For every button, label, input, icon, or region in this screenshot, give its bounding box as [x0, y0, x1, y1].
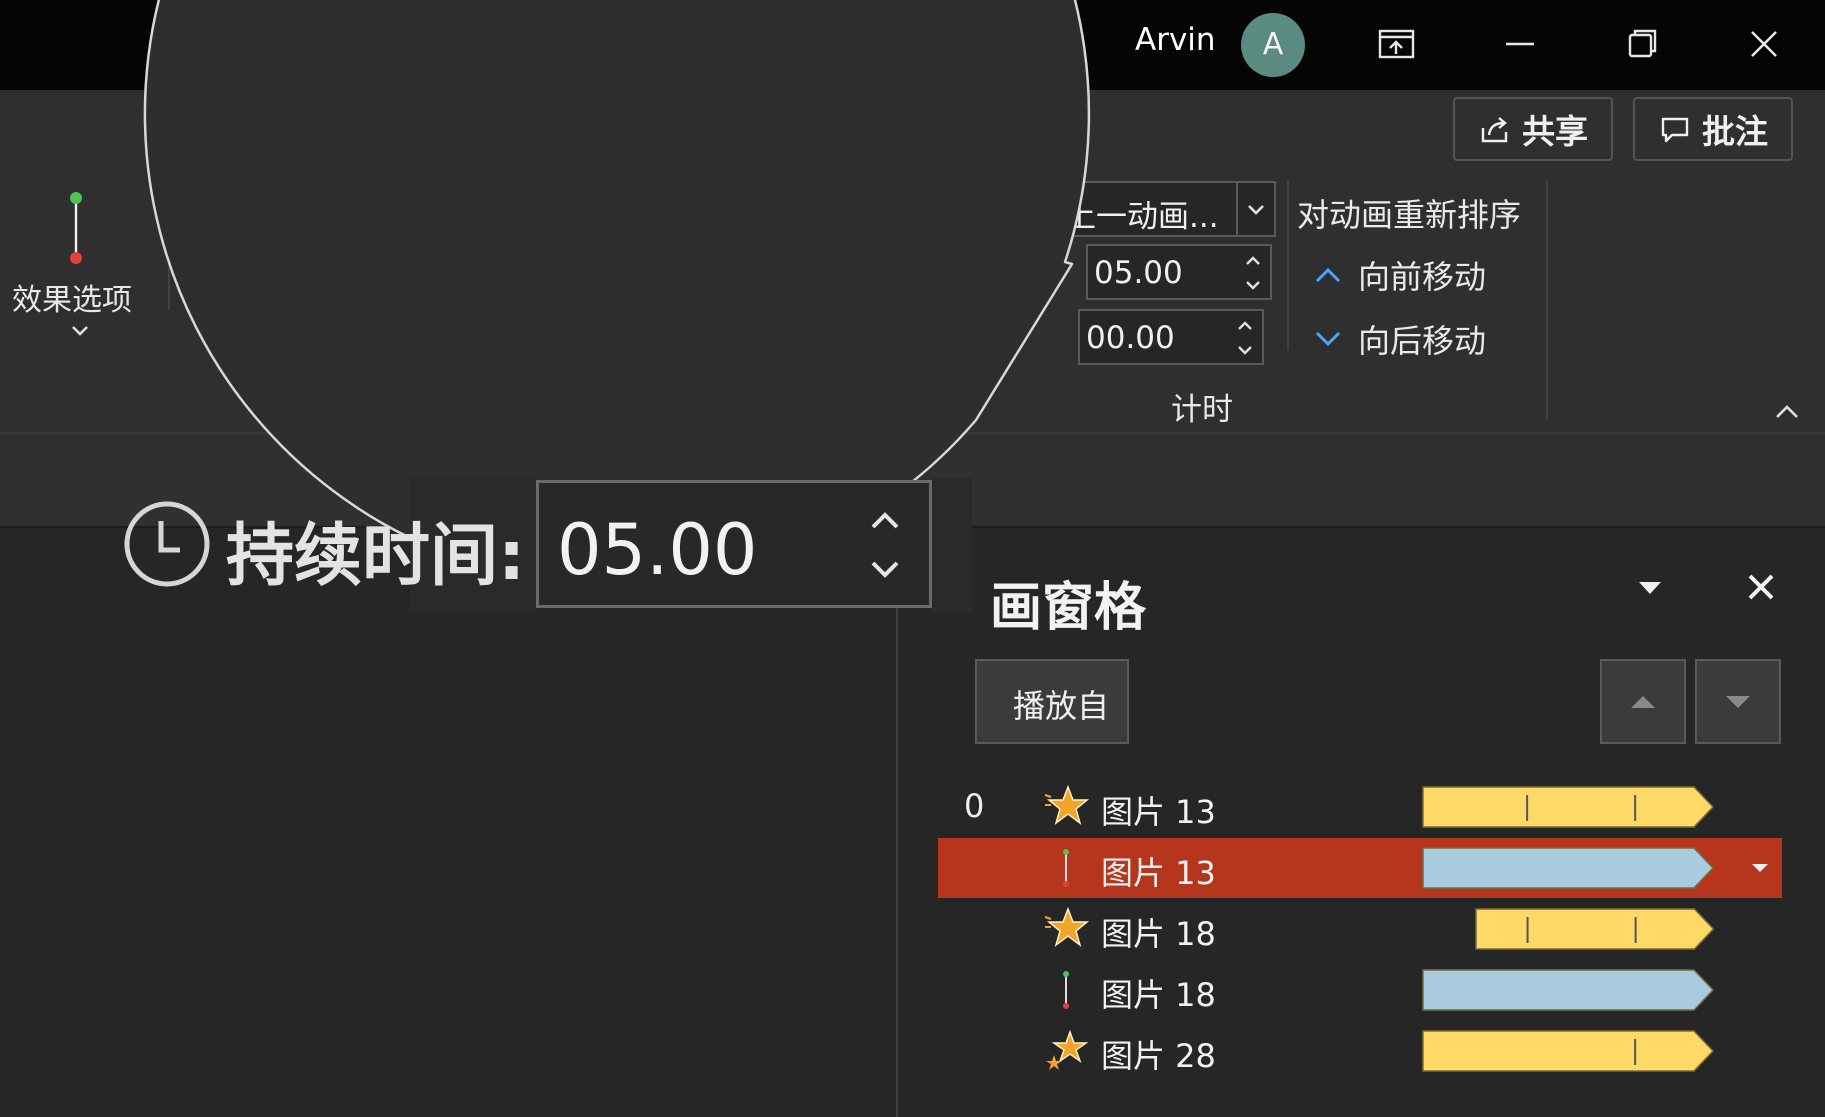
row-label: 图片 18: [1101, 976, 1216, 1014]
row-dropdown-icon[interactable]: [1748, 860, 1772, 876]
emphasis-star-icon: [1044, 906, 1090, 947]
start-label: 开始:: [936, 196, 1011, 234]
start-select-value: 与上一动画...: [1034, 199, 1219, 235]
duration-field-magnified[interactable]: 05.00: [536, 480, 932, 608]
minimize-button[interactable]: [1492, 18, 1548, 70]
start-select-dropdown[interactable]: [1236, 183, 1274, 235]
share-button[interactable]: 共享: [1453, 97, 1613, 161]
animation-row[interactable]: 图片 13: [938, 838, 1782, 898]
restore-icon: [1628, 29, 1657, 58]
timeline-bar[interactable]: [1422, 785, 1714, 829]
comment-icon: [1661, 117, 1689, 143]
motion-path-icon: [1063, 849, 1069, 887]
move-earlier-label: 向前移动: [1358, 258, 1487, 296]
share-label: 共享: [1522, 112, 1588, 151]
close-window-button[interactable]: [1736, 18, 1792, 70]
minimize-icon: [1506, 42, 1534, 46]
collapse-ribbon-icon[interactable]: [1772, 402, 1802, 422]
close-icon[interactable]: [1742, 568, 1780, 606]
timeline-bar[interactable]: [1422, 968, 1714, 1012]
row-label: 图片 18: [1101, 915, 1216, 953]
delay-value[interactable]: 00.00: [1086, 320, 1175, 356]
spinner-arrows-icon[interactable]: [1234, 315, 1256, 361]
reorder-title: 对动画重新排序: [1297, 196, 1522, 234]
duration-label-magnified: 持续时间:: [226, 517, 526, 596]
move-down-button[interactable]: [1695, 659, 1781, 744]
duration-value[interactable]: 05.00: [1094, 255, 1183, 291]
ribbon-group-divider: [858, 180, 860, 410]
chevron-down-icon: [1315, 331, 1341, 347]
user-name[interactable]: Arvin: [1135, 22, 1216, 58]
start-select[interactable]: 与上一动画...: [1024, 181, 1276, 237]
ribbon-group-divider: [1287, 180, 1289, 350]
share-icon: [1481, 117, 1508, 143]
move-later-label: 向后移动: [1358, 322, 1487, 360]
comment-button[interactable]: 批注: [1633, 97, 1793, 161]
move-later-button[interactable]: 向后移动: [1312, 317, 1486, 361]
timeline-bar[interactable]: [1422, 846, 1714, 890]
chevron-down-icon[interactable]: [68, 322, 92, 340]
entrance-star-icon: [1046, 1029, 1089, 1070]
pane-divider: [896, 528, 898, 1117]
start-play-icon: [892, 190, 922, 226]
triangle-down-icon: [1726, 696, 1750, 708]
row-label: 图片 13: [1101, 793, 1216, 831]
duration-value-magnified[interactable]: 05.00: [557, 509, 757, 591]
close-icon: [1751, 31, 1777, 57]
row-index: 0: [964, 787, 985, 825]
motion-path-icon: [1063, 971, 1069, 1009]
effect-options-icon[interactable]: [64, 190, 88, 268]
emphasis-star-icon: [1044, 784, 1090, 825]
comment-label: 批注: [1702, 112, 1768, 151]
chevron-down-icon: [1248, 205, 1264, 215]
restore-button[interactable]: [1614, 18, 1670, 70]
effect-options-label[interactable]: 效果选项: [12, 275, 132, 319]
animation-row[interactable]: 图片 18: [938, 960, 1782, 1020]
user-avatar[interactable]: A: [1241, 13, 1305, 77]
triangle-up-icon: [1631, 696, 1655, 708]
row-label: 图片 28: [1101, 1037, 1216, 1075]
spinner-arrows-icon[interactable]: [1242, 250, 1264, 296]
move-earlier-button[interactable]: 向前移动: [1312, 253, 1486, 297]
title-bar: Arvin A: [0, 0, 1825, 90]
animation-row[interactable]: 图片 28: [938, 1021, 1782, 1081]
play-from-label: 播放自: [1013, 687, 1110, 725]
ribbon-display-options-button[interactable]: [1368, 18, 1424, 70]
move-up-button[interactable]: [1600, 659, 1686, 744]
timeline-bar[interactable]: [1422, 1029, 1714, 1073]
animation-pane-title: 画窗格: [990, 578, 1147, 638]
animation-row[interactable]: 图片 18: [938, 899, 1782, 959]
ribbon-group-divider: [168, 180, 170, 310]
timing-group-label: 计时: [1171, 392, 1233, 428]
duration-spinner[interactable]: 05.00: [1086, 244, 1272, 300]
chevron-up-icon: [1315, 267, 1341, 283]
delay-spinner[interactable]: 00.00: [1078, 309, 1264, 365]
ribbon-display-icon: [1378, 29, 1415, 59]
spinner-arrows-icon[interactable]: [865, 503, 905, 587]
pane-options-icon[interactable]: [1636, 576, 1664, 600]
play-from-button[interactable]: 播放自: [975, 659, 1129, 744]
ribbon-group-divider: [1546, 180, 1548, 420]
timeline-bar[interactable]: [1474, 907, 1714, 951]
animation-row[interactable]: 0 图片 13: [938, 777, 1782, 837]
row-label: 图片 13: [1101, 854, 1216, 892]
